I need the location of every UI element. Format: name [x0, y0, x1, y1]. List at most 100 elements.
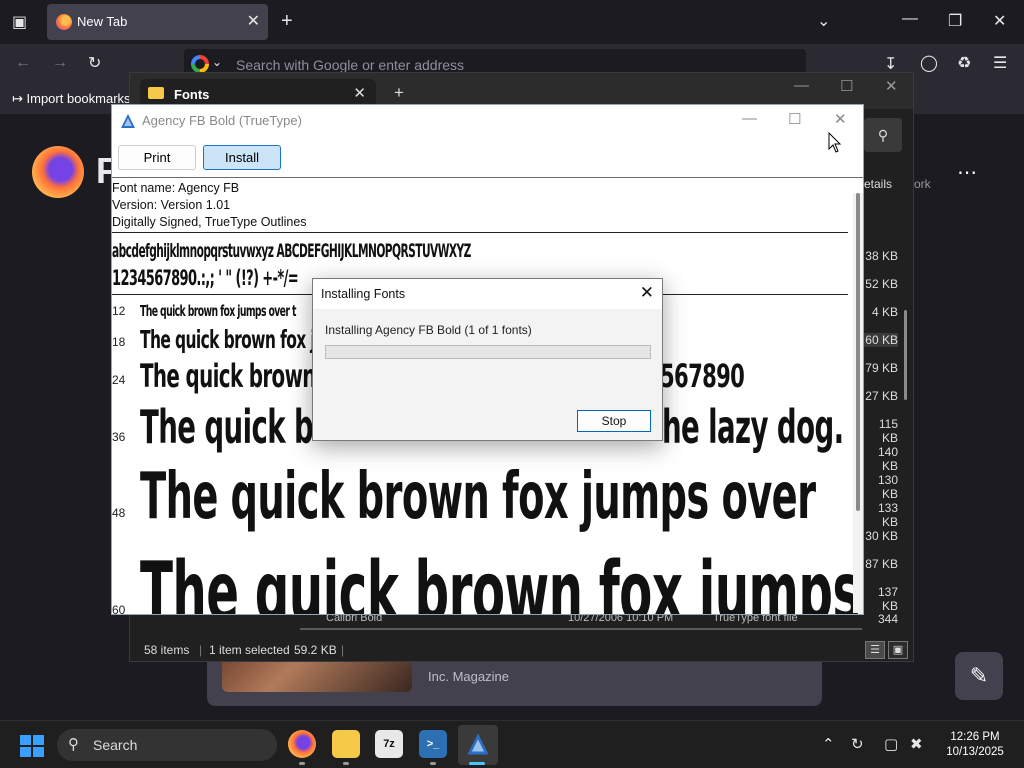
file-size: 60 KB	[864, 333, 898, 347]
firefox-logo-icon	[32, 146, 84, 198]
system-clock[interactable]: 12:26 PM 10/13/2025	[936, 730, 1014, 760]
chevron-down-icon[interactable]: ⌄	[212, 55, 222, 69]
font-info: Font name: Agency FB Version: Version 1.…	[112, 180, 307, 231]
file-size: 137 KB	[877, 585, 898, 613]
file-size: 133 KB	[877, 501, 898, 529]
show-hidden-icons-chevron-icon[interactable]: ⌃	[822, 735, 835, 753]
clock-time: 12:26 PM	[950, 731, 1000, 743]
update-icon[interactable]: ↻	[851, 735, 864, 753]
item-count: 58 items	[144, 643, 190, 657]
scrollbar-thumb[interactable]	[904, 310, 907, 400]
running-indicator	[343, 762, 349, 765]
scrollbar-thumb[interactable]	[856, 193, 860, 511]
display-icon[interactable]: ▢	[884, 735, 898, 753]
font-file-icon	[121, 114, 135, 128]
details-view-icon[interactable]: ☰	[865, 641, 885, 659]
sample-text-tail: 567890	[660, 357, 745, 395]
minimize-icon[interactable]: —	[902, 10, 918, 28]
close-window-icon[interactable]: ✕	[993, 11, 1006, 31]
sample-size-label: 18	[112, 335, 126, 349]
file-size: 38 KB	[865, 249, 898, 263]
tiles-view-icon[interactable]: ▣	[888, 641, 908, 659]
horizontal-scrollbar[interactable]	[300, 628, 862, 630]
network-volume-icon[interactable]: ✖	[910, 735, 923, 753]
font-viewer-title: Agency FB Bold (TrueType)	[142, 113, 302, 128]
divider	[112, 177, 863, 178]
new-tab-icon[interactable]: +	[394, 83, 404, 103]
browser-tab-title: New Tab	[77, 14, 128, 29]
selection-count: 1 item selected	[209, 643, 290, 657]
reload-icon[interactable]: ↻	[88, 53, 101, 73]
vertical-scrollbar[interactable]	[853, 193, 863, 613]
status-divider: |	[341, 643, 345, 657]
firefox-favicon-icon	[56, 14, 72, 30]
sample-text: The quick brown fox jumps over t	[140, 302, 296, 320]
font-viewer-toolbar: Print Install	[112, 137, 863, 177]
account-icon[interactable]: ◯	[920, 53, 938, 73]
7zip-taskbar-icon[interactable]: 7z	[375, 730, 403, 758]
start-windows-icon[interactable]	[20, 735, 44, 757]
file-size: 4 KB	[871, 305, 898, 319]
explorer-tab-title: Fonts	[174, 87, 210, 102]
file-size: 344 KB	[877, 612, 898, 625]
clock-date: 10/13/2025	[946, 746, 1004, 758]
edit-pencil-icon[interactable]: ✎	[955, 652, 1003, 700]
file-size: 30 KB	[865, 529, 898, 543]
network-tab[interactable]: ork	[914, 177, 931, 191]
font-viewer-taskbar-icon	[467, 733, 489, 755]
minimize-icon[interactable]: —	[742, 110, 757, 127]
new-tab-icon[interactable]: +	[281, 10, 293, 33]
back-icon[interactable]: ←	[15, 54, 31, 72]
installing-fonts-dialog: Installing Fonts ✕ Installing Agency FB …	[312, 278, 663, 441]
taskbar-search[interactable]: ⚲ Search	[57, 729, 277, 761]
maximize-icon[interactable]: ☐	[788, 110, 801, 128]
chevron-down-icon[interactable]: ⌄	[817, 11, 830, 31]
menu-icon[interactable]: ☰	[993, 53, 1007, 73]
sample-text: The quick b	[140, 400, 314, 454]
tab-list-icon[interactable]: ▣	[12, 12, 27, 32]
more-options-icon[interactable]: ⋯	[957, 160, 977, 185]
firefox-taskbar-icon[interactable]	[288, 730, 316, 758]
search-icon[interactable]: ⚲	[864, 118, 902, 152]
print-button[interactable]: Print	[118, 145, 196, 170]
sample-text: The quick brown fox jumps over	[140, 460, 816, 534]
selection-size: 59.2 KB	[294, 643, 337, 657]
close-icon[interactable]: ✕	[640, 283, 654, 303]
file-explorer-taskbar-icon[interactable]	[332, 730, 360, 758]
extensions-icon[interactable]: ♻	[957, 53, 971, 73]
maximize-icon[interactable]: ☐	[840, 77, 853, 95]
sample-size-label: 48	[112, 506, 126, 520]
close-window-icon[interactable]: ✕	[834, 110, 847, 128]
sample-size-label: 12	[112, 304, 126, 318]
sample-size-label: 24	[112, 373, 126, 387]
install-message: Installing Agency FB Bold (1 of 1 fonts)	[325, 323, 532, 337]
minimize-icon[interactable]: —	[794, 77, 809, 94]
explorer-status-bar: 58 items | 1 item selected 59.2 KB |	[129, 637, 914, 661]
browser-tab[interactable]: New Tab ✕	[47, 4, 268, 40]
sample-size-label: 36	[112, 430, 126, 444]
charset-lowercase-uppercase: abcdefghijklmnopqrstuvwxyz ABCDEFGHIJKLM…	[112, 240, 471, 262]
close-window-icon[interactable]: ✕	[885, 77, 898, 95]
sample-size-label: 60	[112, 603, 126, 615]
stop-button[interactable]: Stop	[577, 410, 651, 432]
google-icon[interactable]	[191, 55, 209, 73]
font-signature: Digitally Signed, TrueType Outlines	[112, 215, 307, 229]
divider	[112, 232, 848, 233]
folder-icon	[148, 87, 164, 99]
close-tab-icon[interactable]: ✕	[247, 11, 260, 31]
mouse-cursor-icon	[828, 132, 842, 153]
install-button[interactable]: Install	[203, 145, 281, 170]
font-version: Version: Version 1.01	[112, 198, 231, 212]
sample-text: The quick brown fox jumps	[140, 545, 861, 615]
font-name: Font name: Agency FB	[112, 181, 240, 195]
close-tab-icon[interactable]: ✕	[353, 84, 366, 102]
dialog-title: Installing Fonts	[321, 287, 406, 301]
download-icon[interactable]: ↧	[884, 54, 897, 74]
details-tab[interactable]: etails	[864, 177, 892, 191]
powershell-taskbar-icon[interactable]: >_	[419, 730, 447, 758]
forward-icon[interactable]: →	[52, 54, 68, 72]
status-divider: |	[199, 643, 203, 657]
maximize-icon[interactable]: ❐	[948, 11, 962, 31]
font-viewer-taskbar-item[interactable]	[458, 725, 498, 765]
install-progress-bar	[325, 345, 651, 359]
